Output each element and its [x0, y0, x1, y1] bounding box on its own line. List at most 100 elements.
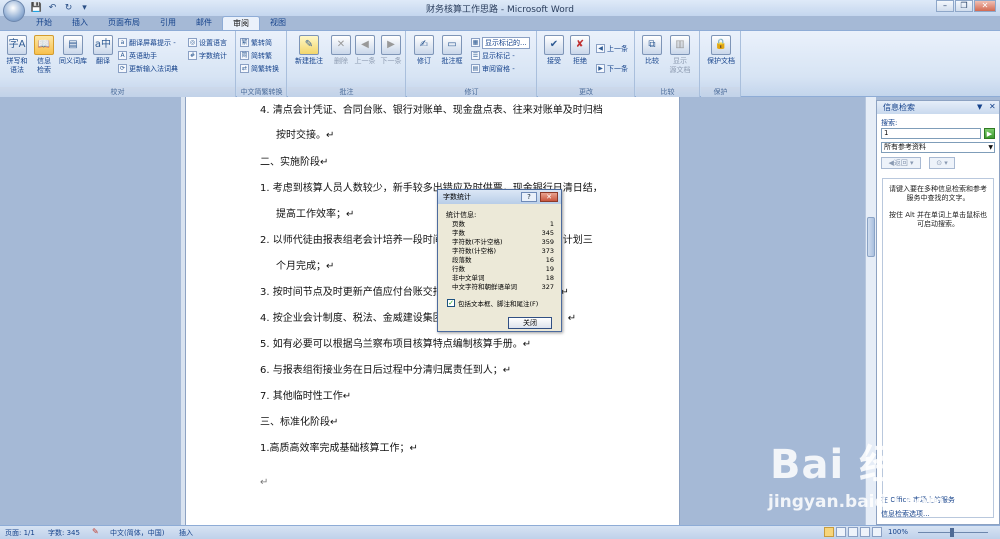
convert-button[interactable]: ⇄ 简繁转换 [240, 63, 279, 74]
review-pane-button[interactable]: ▤ 审阅窗格 - [471, 63, 515, 74]
delete-comment-icon: ✕ [331, 35, 351, 55]
dialog-close-icon[interactable]: ✕ [540, 192, 558, 202]
tooltip-icon: a [118, 38, 127, 47]
scrollbar-thumb[interactable] [867, 217, 875, 257]
group-label-protect: 保护 [701, 87, 740, 97]
minimize-button[interactable]: – [936, 0, 954, 12]
spelling-icon: 字A [7, 35, 27, 55]
status-word-count[interactable]: 字数: 345 [48, 528, 80, 538]
tab-references[interactable]: 引用 [150, 16, 186, 30]
tab-mailings[interactable]: 邮件 [186, 16, 222, 30]
next-comment-button[interactable]: ▶ 下一条 [378, 35, 404, 66]
update-ime-button[interactable]: ⟳ 更新输入法词典 [118, 63, 178, 74]
zoom-level[interactable]: 100% [888, 528, 908, 536]
full-screen-icon[interactable] [836, 527, 846, 537]
quick-access-toolbar: 💾 ↶ ↻ ▾ [30, 1, 91, 14]
doc-line: 7. 其他临时性工作↵ [260, 391, 352, 402]
view-buttons [824, 527, 882, 537]
prev-change-button[interactable]: ◀ 上一条 [596, 43, 628, 54]
search-go-button[interactable]: ▶ [984, 128, 995, 139]
convert-icon: ⇄ [240, 64, 249, 73]
balloons-icon: ▭ [442, 35, 462, 55]
redo-icon[interactable]: ↻ [62, 2, 75, 14]
word-count-button[interactable]: # 字数统计 [188, 50, 227, 61]
show-source-button[interactable]: ▥ 显示 源文档 [667, 35, 693, 75]
reject-icon: ✘ [570, 35, 590, 55]
simp-trad-icon: 简 [240, 51, 249, 60]
search-label: 搜索: [881, 119, 898, 127]
stat-row: 字数 345 [452, 229, 554, 237]
draft-icon[interactable] [872, 527, 882, 537]
set-language-button[interactable]: ◎ 设置语言 [188, 37, 227, 48]
translate-tooltip-button[interactable]: a 翻译屏幕提示 - [118, 37, 176, 48]
group-chinese-conversion: 繁繁转简 简简转繁 ⇄ 简繁转换 中文简繁转换 [237, 31, 287, 98]
translate-button[interactable]: a中 翻译 [90, 35, 116, 66]
outline-icon[interactable] [860, 527, 870, 537]
new-comment-button[interactable]: ✎ 新建批注 [292, 35, 326, 66]
next-comment-icon: ▶ [381, 35, 401, 55]
show-markup-button[interactable]: ☰ 显示标记 - [471, 50, 515, 61]
status-language[interactable]: 中文(简体，中国) [110, 528, 164, 538]
pane-menu-icon[interactable]: ▼ [977, 103, 982, 111]
doc-line: 4. 清点会计凭证、合同台账、银行对账单、现金盘点表、往来对账单及时归档 [260, 105, 603, 116]
trad-to-simp-button[interactable]: 繁繁转简 [240, 37, 272, 48]
close-button[interactable]: ✕ [974, 0, 996, 12]
include-textboxes-option[interactable]: ✓ 包括文本框、脚注和尾注(F) [447, 298, 538, 308]
show-source-icon: ▥ [670, 35, 690, 55]
globe-icon: ◎ [188, 38, 197, 47]
status-insert-mode[interactable]: 插入 [179, 528, 193, 538]
undo-icon[interactable]: ↶ [46, 2, 59, 14]
word-count-dialog: 字数统计 ? ✕ 统计信息: 页数 1 字数 345 字符数(不计空格) 359 字符… [437, 189, 562, 332]
checkbox-checked-icon[interactable]: ✓ [447, 299, 455, 307]
tab-view[interactable]: 视图 [260, 16, 296, 30]
english-assistant-button[interactable]: A 英语助手 [118, 50, 157, 61]
reject-button[interactable]: ✘ 拒绝 [567, 35, 593, 66]
qat-more-icon[interactable]: ▾ [78, 2, 91, 14]
pane-close-icon[interactable]: ✕ [989, 102, 996, 111]
accept-button[interactable]: ✔ 接受 [541, 35, 567, 66]
tab-page-layout[interactable]: 页面布局 [98, 16, 150, 30]
group-label-changes: 更改 [538, 87, 634, 97]
tab-review[interactable]: 审阅 [222, 16, 260, 30]
help-button[interactable]: ? [521, 192, 537, 202]
restore-button[interactable]: ❐ [955, 0, 973, 12]
doc-line: 按时交接。↵ [276, 130, 335, 141]
close-dialog-button[interactable]: 关闭 [508, 317, 552, 329]
next-change-button[interactable]: ▶ 下一条 [596, 63, 628, 74]
stat-row: 段落数 16 [452, 256, 554, 264]
group-compare: ⧉ 比较 ▥ 显示 源文档 比较 [636, 31, 700, 98]
tab-home[interactable]: 开始 [26, 16, 62, 30]
track-changes-button[interactable]: ✍ 修订 [411, 35, 437, 66]
document-page[interactable]: 4. 清点会计凭证、合同台账、银行对账单、现金盘点表、往来对账单及时归档 按时交… [185, 97, 680, 525]
back-button[interactable]: ◀返回 ▾ [881, 157, 921, 169]
save-icon[interactable]: 💾 [30, 2, 43, 14]
show-markup-dropdown[interactable]: ▦ 显示标记的... [471, 36, 530, 49]
simp-to-trad-button[interactable]: 简简转繁 [240, 50, 272, 61]
print-layout-icon[interactable] [824, 527, 834, 537]
stat-row: 字符数(计空格) 373 [452, 247, 554, 255]
chevron-down-icon: ▼ [988, 144, 993, 151]
doc-line: ↵ [260, 477, 269, 488]
forward-button[interactable]: ⊙ ▾ [929, 157, 955, 169]
research-button[interactable]: 📖 信息 检索 [31, 35, 57, 75]
compare-button[interactable]: ⧉ 比较 [639, 35, 665, 66]
source-select[interactable]: 所有参考资料 ▼ [881, 142, 995, 153]
thesaurus-button[interactable]: ▤ 同义词库 [57, 35, 89, 66]
zoom-slider-thumb[interactable] [950, 528, 954, 537]
spelling-grammar-button[interactable]: 字A 拼写和 语法 [3, 35, 31, 75]
web-layout-icon[interactable] [848, 527, 858, 537]
protect-document-button[interactable]: 🔒 保护文档 [704, 35, 738, 66]
delete-comment-button[interactable]: ✕ 删除 [328, 35, 354, 66]
balloons-button[interactable]: ▭ 批注框 [439, 35, 465, 66]
search-input[interactable]: 1 [881, 128, 981, 139]
office-button[interactable] [3, 0, 25, 22]
tab-insert[interactable]: 插入 [62, 16, 98, 30]
group-comments: ✎ 新建批注 ✕ 删除 ◀ 上一条 ▶ 下一条 批注 [288, 31, 406, 98]
prev-change-icon: ◀ [596, 44, 605, 53]
doc-line: 1.高质高效率完成基础核算工作；↵ [260, 443, 418, 454]
proofing-status-icon[interactable]: ✎ [92, 527, 99, 536]
window-title: 财务核算工作思路 - Microsoft Word [426, 5, 574, 15]
status-page[interactable]: 页面: 1/1 [5, 528, 35, 538]
prev-comment-button[interactable]: ◀ 上一条 [352, 35, 378, 66]
new-comment-icon: ✎ [299, 35, 319, 55]
